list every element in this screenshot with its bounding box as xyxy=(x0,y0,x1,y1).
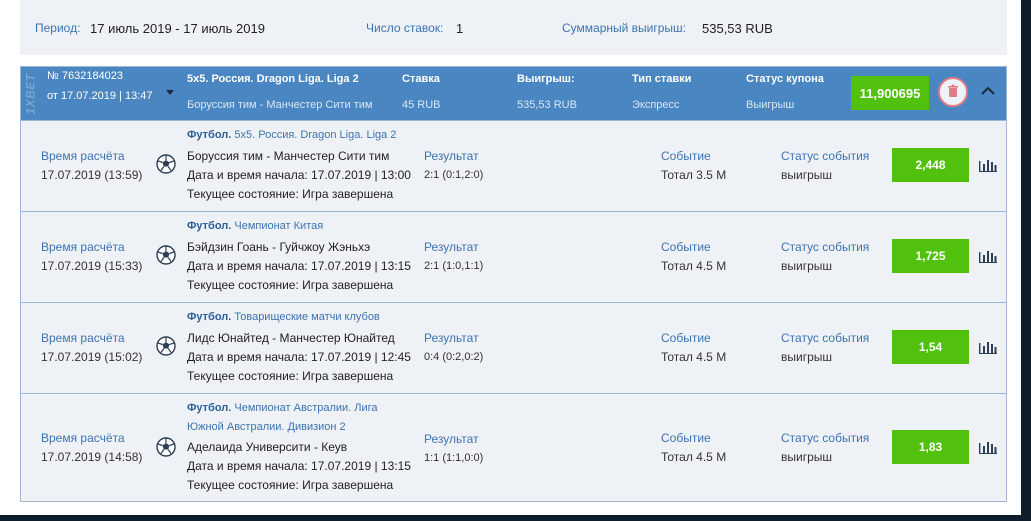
stake-label: Ставка xyxy=(402,73,440,85)
window-frame-right xyxy=(1021,0,1031,521)
result-label: Результат xyxy=(424,149,479,163)
result-value: 1:1 (1:1,0:0) xyxy=(424,452,484,464)
result-value: 2:1 (0:1,2:0) xyxy=(424,169,484,181)
bet-type-value: Экспресс xyxy=(632,99,680,111)
delete-coupon-button[interactable] xyxy=(938,77,968,107)
bets-count-value: 1 xyxy=(456,21,464,36)
calc-time-value: 17.07.2019 (15:33) xyxy=(41,259,143,273)
event-state: Текущее состояние: Игра завершена xyxy=(187,187,394,201)
coupon-header[interactable]: 1XBET № 7632184023 от 17.07.2019 | 13:47… xyxy=(21,67,1006,120)
calc-time-value: 17.07.2019 (14:58) xyxy=(41,450,143,464)
event-row: Время расчёта 17.07.2019 (15:02) Футбол.… xyxy=(21,302,1006,393)
calc-time-label: Время расчёта xyxy=(41,240,125,254)
event-match: Бэйдзин Гоань - Гуйчжоу Жэньхэ xyxy=(187,240,371,254)
period-value: 17 июль 2019 - 17 июль 2019 xyxy=(90,21,265,36)
result-label: Результат xyxy=(424,331,479,345)
bets-count-label: Число ставок: xyxy=(366,21,444,35)
event-start: Дата и время начала: 17.07.2019 | 13:00 xyxy=(187,168,411,182)
win-value: 535,53 RUB xyxy=(517,99,577,111)
event-start: Дата и время начала: 17.07.2019 | 12:45 xyxy=(187,350,411,364)
calc-time-value: 17.07.2019 (13:59) xyxy=(41,168,143,182)
brand-logo: 1XBET xyxy=(23,73,38,115)
event-value: Тотал 3.5 М xyxy=(661,168,727,182)
event-status-label: Статус события xyxy=(781,431,870,445)
event-match: Лидс Юнайтед - Манчестер Юнайтед xyxy=(187,331,395,345)
event-value: Тотал 4.5 М xyxy=(661,450,727,464)
event-row: Время расчёта 17.07.2019 (15:33) Футбол.… xyxy=(21,211,1006,302)
event-league[interactable]: Футбол. 5x5. Россия. Dragon Liga. Liga 2 xyxy=(187,126,417,145)
coupon-league-match: Боруссия тим - Манчестер Сити тим xyxy=(187,99,373,111)
bar-chart-icon[interactable] xyxy=(979,158,997,172)
caret-down-icon[interactable] xyxy=(166,90,174,95)
event-value: Тотал 4.5 М xyxy=(661,259,727,273)
event-league[interactable]: Футбол. Чемпионат Китая xyxy=(187,217,417,236)
odds-badge: 1,725 xyxy=(892,239,969,273)
event-match: Аделаида Университи - Кеув xyxy=(187,440,348,454)
coupon-league-title: 5x5. Россия. Dragon Liga. Liga 2 xyxy=(187,73,359,85)
event-state: Текущее состояние: Игра завершена xyxy=(187,278,394,292)
total-win-value: 535,53 RUB xyxy=(702,21,773,36)
win-label: Выигрыш: xyxy=(517,73,575,85)
soccer-ball-icon xyxy=(156,245,176,265)
event-status-value: выигрыш xyxy=(781,259,833,273)
total-win-label: Суммарный выигрыш: xyxy=(562,21,687,35)
calc-time-value: 17.07.2019 (15:02) xyxy=(41,350,143,364)
total-coefficient-badge: 11,900695 xyxy=(851,76,929,110)
event-status-label: Статус события xyxy=(781,331,870,345)
bar-chart-icon[interactable] xyxy=(979,249,997,263)
event-status-label: Статус события xyxy=(781,240,870,254)
event-start: Дата и время начала: 17.07.2019 | 13:15 xyxy=(187,259,411,273)
window-frame-bottom xyxy=(0,515,1031,521)
stake-value: 45 RUB xyxy=(402,99,441,111)
event-status-label: Статус события xyxy=(781,149,870,163)
event-row: Время расчёта 17.07.2019 (13:59) Футбол.… xyxy=(21,120,1006,211)
odds-badge: 2,448 xyxy=(892,148,969,182)
event-label: Событие xyxy=(661,240,711,254)
bar-chart-icon[interactable] xyxy=(979,440,997,454)
result-label: Результат xyxy=(424,432,479,446)
event-match: Боруссия тим - Манчестер Сити тим xyxy=(187,149,390,163)
result-value: 0:4 (0:2,0:2) xyxy=(424,351,484,363)
event-start: Дата и время начала: 17.07.2019 | 13:15 xyxy=(187,459,411,473)
event-status-value: выигрыш xyxy=(781,168,833,182)
bet-type-label: Тип ставки xyxy=(632,73,692,85)
trash-icon xyxy=(948,84,958,97)
odds-badge: 1,83 xyxy=(892,430,969,464)
event-status-value: выигрыш xyxy=(781,350,833,364)
event-label: Событие xyxy=(661,331,711,345)
result-value: 2:1 (1:0,1:1) xyxy=(424,260,484,272)
event-row: Время расчёта 17.07.2019 (14:58) Футбол.… xyxy=(21,393,1006,501)
coupon-number: № 7632184023 xyxy=(47,70,124,82)
coupon-card: 1XBET № 7632184023 от 17.07.2019 | 13:47… xyxy=(20,66,1007,502)
event-league[interactable]: Футбол. Товарищеские матчи клубов xyxy=(187,308,417,327)
event-league[interactable]: Футбол. Чемпионат Австралии. Лига Южной А… xyxy=(187,399,417,437)
calc-time-label: Время расчёта xyxy=(41,149,125,163)
chevron-up-icon[interactable] xyxy=(979,82,997,100)
result-label: Результат xyxy=(424,240,479,254)
coupon-date: от 17.07.2019 | 13:47 xyxy=(47,90,153,102)
period-label: Период: xyxy=(35,21,81,35)
bar-chart-icon[interactable] xyxy=(979,340,997,354)
calc-time-label: Время расчёта xyxy=(41,431,125,445)
soccer-ball-icon xyxy=(156,336,176,356)
summary-bar: Период: 17 июль 2019 - 17 июль 2019 Числ… xyxy=(20,0,1007,55)
coupon-status-value: Выигрыш xyxy=(746,99,795,111)
odds-badge: 1,54 xyxy=(892,330,969,364)
event-label: Событие xyxy=(661,149,711,163)
coupon-status-label: Статус купона xyxy=(746,73,824,85)
calc-time-label: Время расчёта xyxy=(41,331,125,345)
event-state: Текущее состояние: Игра завершена xyxy=(187,478,394,492)
event-label: Событие xyxy=(661,431,711,445)
event-state: Текущее состояние: Игра завершена xyxy=(187,369,394,383)
soccer-ball-icon xyxy=(156,154,176,174)
event-status-value: выигрыш xyxy=(781,450,833,464)
soccer-ball-icon xyxy=(156,437,176,457)
event-value: Тотал 4.5 М xyxy=(661,350,727,364)
